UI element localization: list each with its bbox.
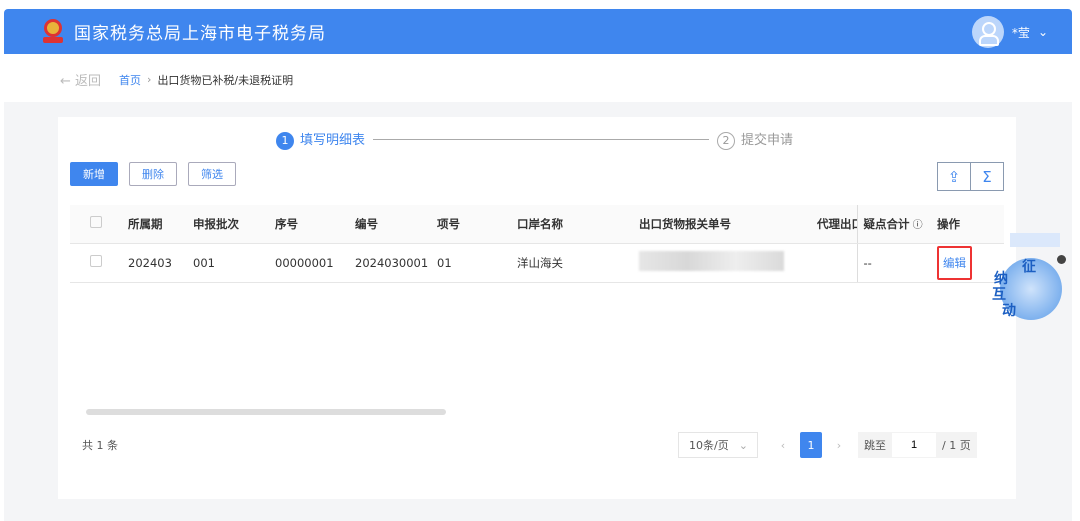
page-size-select[interactable]: 10条/页 ⌄ xyxy=(678,432,758,458)
col-header: 出口货物报关单号 xyxy=(639,205,817,244)
stepper: 1 填写明细表 2 提交申请 xyxy=(276,129,793,150)
delete-button[interactable]: 删除 xyxy=(129,162,177,186)
chevron-down-icon: ⌄ xyxy=(738,438,748,452)
main-card: 1 填写明细表 2 提交申请 新增 删除 筛选 ⇪ Σ 所属期 申报批次 序号 编号… xyxy=(58,117,1016,499)
cell-doubt: -- xyxy=(856,243,937,283)
assistant-widget[interactable]: 征 纳 互 动 xyxy=(992,258,1062,320)
col-header: 所属期 xyxy=(128,205,193,244)
assistant-char: 动 xyxy=(1002,303,1016,319)
page-size-value: 10条/页 xyxy=(689,439,729,452)
customs-number-redacted xyxy=(639,251,784,271)
table-row: 202403 001 00000001 2024030001 01 洋山海关 -… xyxy=(70,243,1004,283)
site-title: 国家税务总局上海市电子税务局 xyxy=(74,24,326,44)
export-icon[interactable]: ⇪ xyxy=(937,162,971,191)
user-name: *莹 xyxy=(1011,25,1030,40)
prev-page-button[interactable]: ‹ xyxy=(772,432,794,458)
back-button[interactable]: ← 返回 xyxy=(60,70,101,89)
col-header: 疑点合计 xyxy=(863,216,910,231)
breadcrumb-home[interactable]: 首页 xyxy=(119,72,141,88)
filter-button[interactable]: 筛选 xyxy=(188,162,236,186)
pagination: 10条/页 ⌄ ‹ 1 › 跳至 / 1 页 xyxy=(678,432,977,458)
top-header: 国家税务总局上海市电子税务局 *莹 ⌄ xyxy=(4,9,1072,54)
table-header-row: 所属期 申报批次 序号 编号 项号 口岸名称 出口货物报关单号 代理出口 疑点合… xyxy=(70,205,1004,244)
col-header: 编号 xyxy=(355,205,437,244)
step-number: 1 xyxy=(276,131,294,150)
breadcrumb: ← 返回 首页 › 出口货物已补税/未退税证明 xyxy=(60,70,293,89)
page-total: / 1 页 xyxy=(942,439,971,452)
breadcrumb-separator: › xyxy=(147,73,152,86)
col-header: 项号 xyxy=(437,205,517,244)
cell-code: 2024030001 xyxy=(355,243,437,283)
cell-port: 洋山海关 xyxy=(517,243,639,283)
col-header: 代理出口 xyxy=(817,205,857,244)
col-header: 序号 xyxy=(275,205,355,244)
cell-period: 202403 xyxy=(128,243,193,283)
edit-link[interactable]: 编辑 xyxy=(937,245,972,280)
step-2: 2 提交申请 xyxy=(717,129,793,150)
jump-page-input[interactable] xyxy=(892,433,936,457)
jump-label: 跳至 xyxy=(864,439,886,452)
step-connector xyxy=(373,138,710,140)
col-header: 操作 xyxy=(937,205,1004,244)
next-page-button[interactable]: › xyxy=(828,432,850,458)
user-avatar-icon xyxy=(971,16,1004,48)
step-label: 提交申请 xyxy=(741,133,794,148)
close-assistant-icon[interactable] xyxy=(1057,255,1066,264)
chevron-down-icon: ⌄ xyxy=(1037,25,1048,39)
select-all-checkbox[interactable] xyxy=(90,216,102,229)
breadcrumb-current: 出口货物已补税/未退税证明 xyxy=(157,73,294,87)
detail-table: 所属期 申报批次 序号 编号 项号 口岸名称 出口货物报关单号 代理出口 疑点合… xyxy=(70,205,1004,283)
jump-to-page: 跳至 / 1 页 xyxy=(858,432,977,458)
row-checkbox[interactable] xyxy=(90,255,102,267)
cell-item: 01 xyxy=(437,243,517,283)
add-button[interactable]: 新增 xyxy=(70,162,118,186)
total-count: 共 1 条 xyxy=(82,439,118,452)
cell-batch: 001 xyxy=(193,243,275,283)
col-header: 申报批次 xyxy=(193,205,275,244)
page-1-button[interactable]: 1 xyxy=(800,432,822,458)
assistant-char: 征 xyxy=(1022,259,1036,275)
user-menu[interactable]: *莹 ⌄ xyxy=(971,16,1048,48)
assistant-tooltip xyxy=(1010,233,1060,247)
step-label: 填写明细表 xyxy=(300,133,366,148)
cell-seq: 00000001 xyxy=(275,243,355,283)
step-number: 2 xyxy=(717,131,736,150)
tax-emblem-logo xyxy=(42,18,64,45)
sum-button[interactable]: Σ xyxy=(970,162,1004,191)
step-1: 1 填写明细表 xyxy=(276,129,365,150)
horizontal-scrollbar[interactable] xyxy=(86,409,446,415)
info-icon: ⓘ xyxy=(909,219,923,231)
col-header: 口岸名称 xyxy=(517,205,639,244)
